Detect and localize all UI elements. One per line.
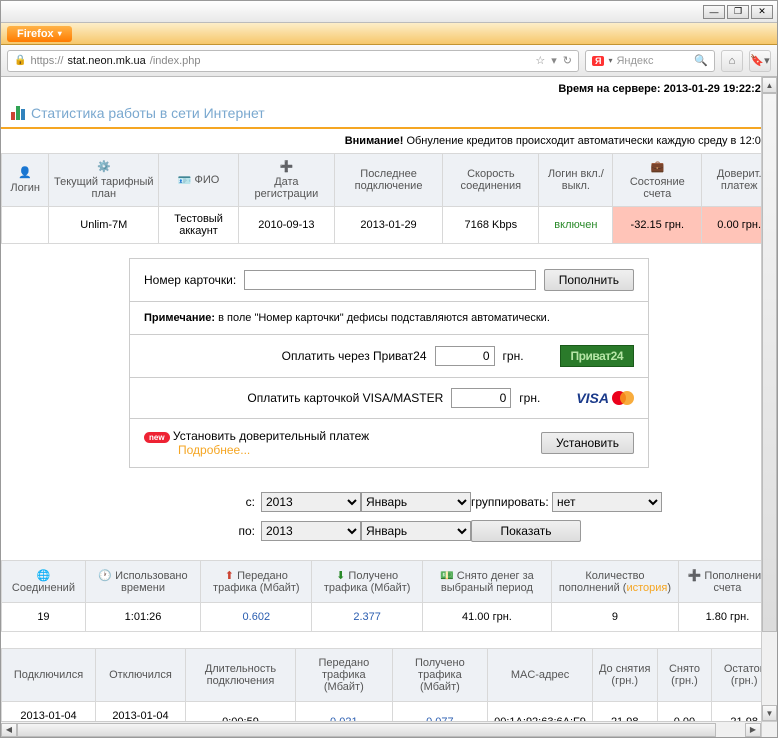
scroll-thumb[interactable]: [17, 723, 716, 737]
clock-icon: 🕐: [98, 570, 112, 582]
wallet-icon: 💼: [650, 160, 664, 173]
mastercard-icon: [612, 391, 634, 405]
summary-table: 🌐 Соединений 🕐 Использовано времени ⬆ Пе…: [1, 560, 777, 632]
maximize-button[interactable]: ❐: [727, 5, 749, 19]
scroll-left-arrow[interactable]: ◀: [1, 723, 17, 737]
card-number-label: Номер карточки:: [144, 273, 236, 287]
star-icon[interactable]: ☆: [535, 54, 545, 67]
currency-label: грн.: [503, 349, 524, 363]
money-icon: 💵: [440, 570, 454, 582]
visa-mastercard-button[interactable]: VISA: [576, 390, 634, 406]
arrow-down-icon: ⬇: [336, 570, 345, 582]
bookmarks-button[interactable]: 🔖▾: [749, 50, 771, 72]
privat-amount-input[interactable]: [435, 346, 495, 366]
reload-icon[interactable]: ↻: [563, 54, 572, 67]
firefox-menu-button[interactable]: Firefox: [7, 26, 72, 42]
page-title: Статистика работы в сети Интернет: [1, 101, 777, 129]
user-icon: 👤: [18, 166, 32, 179]
to-label: по:: [1, 524, 261, 538]
server-time-label: Время на сервере:: [558, 83, 660, 95]
address-bar[interactable]: 🔒 https://stat.neon.mk.ua/index.php ☆ ▾ …: [7, 50, 579, 72]
group-select[interactable]: нет: [552, 492, 662, 512]
scroll-up-arrow[interactable]: ▲: [762, 77, 777, 93]
scroll-right-arrow[interactable]: ▶: [745, 723, 761, 737]
account-row: Unlim-7M Тестовый аккаунт 2010-09-13 201…: [2, 207, 777, 244]
cell-last-conn: 2013-01-29: [334, 207, 442, 244]
visa-amount-input[interactable]: [451, 388, 511, 408]
period-filter: с: 2013 Январь группировать: нет по: 201…: [1, 482, 777, 560]
card-note: Примечание: в поле "Номер карточки" дефи…: [130, 302, 648, 335]
globe-icon: 🌐: [37, 570, 51, 582]
gear-icon: ⚙️: [97, 160, 111, 173]
minimize-button[interactable]: —: [703, 5, 725, 19]
group-label: группировать:: [471, 495, 549, 509]
scroll-down-arrow[interactable]: ▼: [762, 705, 777, 721]
currency-label: грн.: [519, 391, 540, 405]
warning-banner: Внимание! Обнуление кредитов происходит …: [1, 129, 777, 153]
stats-icon: [11, 106, 25, 120]
dropdown-icon[interactable]: ▾: [551, 54, 557, 67]
trust-payment-label: Установить доверительный платеж: [173, 429, 369, 443]
search-bar[interactable]: Я ▾ Яндекс 🔍: [585, 50, 715, 72]
scroll-thumb[interactable]: [762, 93, 777, 632]
arrow-up-icon: ⬆: [225, 570, 234, 582]
cell-login-state: включен: [539, 207, 613, 244]
scroll-corner: [761, 721, 777, 737]
server-time-value: 2013-01-29 19:22:24: [664, 83, 767, 95]
from-year-select[interactable]: 2013: [261, 492, 361, 512]
plus-icon: ➕: [688, 570, 702, 582]
home-button[interactable]: ⌂: [721, 50, 743, 72]
history-link[interactable]: история: [626, 582, 667, 594]
lock-icon: 🔒: [14, 55, 26, 66]
vertical-scrollbar[interactable]: ▲ ▼: [761, 77, 777, 721]
plus-icon: ➕: [280, 160, 294, 173]
cell-balance: -32.15 грн.: [613, 207, 702, 244]
close-button[interactable]: ✕: [751, 5, 773, 19]
account-table: 👤Логин ⚙️Текущий тарифный план 🪪ФИО ➕Дат…: [1, 153, 777, 244]
payment-panel: Номер карточки: Пополнить Примечание: в …: [129, 258, 649, 468]
cell-login: [2, 207, 49, 244]
cell-fio: Тестовый аккаунт: [159, 207, 239, 244]
card-number-input[interactable]: [244, 270, 536, 290]
visa-label: Оплатить карточкой VISA/MASTER: [247, 391, 443, 405]
cell-speed: 7168 Kbps: [443, 207, 539, 244]
new-badge: new: [144, 432, 170, 443]
trust-more-link[interactable]: Подробнее...: [178, 443, 250, 457]
from-month-select[interactable]: Январь: [361, 492, 471, 512]
search-go-icon[interactable]: 🔍: [694, 54, 708, 67]
url-scheme: https://: [30, 55, 63, 67]
show-button[interactable]: Показать: [471, 520, 581, 542]
yandex-icon: Я: [592, 56, 604, 66]
search-placeholder: Яндекс: [616, 55, 653, 67]
cell-plan: Unlim-7M: [49, 207, 159, 244]
privat24-button[interactable]: Приват24: [560, 345, 634, 367]
topup-button[interactable]: Пополнить: [544, 269, 634, 291]
summary-row: 19 1:01:26 0.602 2.377 41.00 грн. 9 1.80…: [2, 603, 777, 632]
trust-set-button[interactable]: Установить: [541, 432, 634, 454]
url-path: /index.php: [150, 55, 201, 67]
to-month-select[interactable]: Январь: [361, 521, 471, 541]
privat-label: Оплатить через Приват24: [282, 349, 427, 363]
cell-reg-date: 2010-09-13: [238, 207, 334, 244]
horizontal-scrollbar[interactable]: ◀ ▶: [1, 721, 761, 737]
from-label: с:: [1, 495, 261, 509]
card-icon: 🪪: [178, 174, 192, 187]
to-year-select[interactable]: 2013: [261, 521, 361, 541]
url-host: stat.neon.mk.ua: [67, 55, 145, 67]
